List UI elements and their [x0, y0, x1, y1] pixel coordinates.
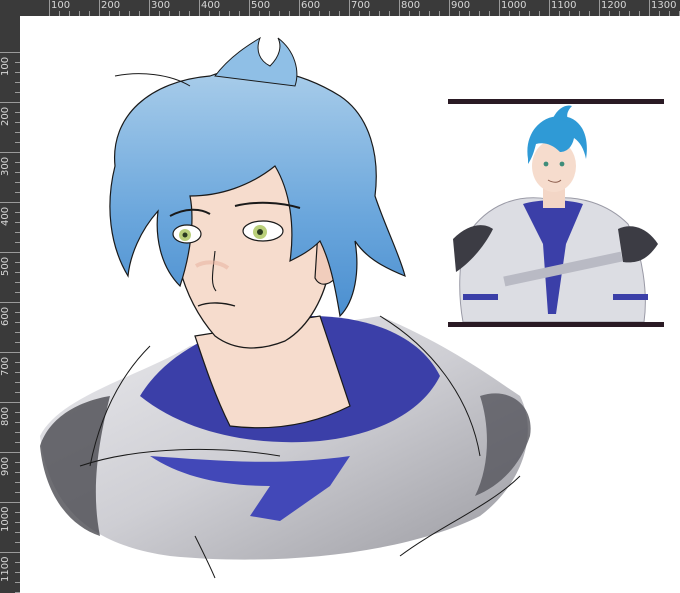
ruler-h-major-tick [149, 0, 150, 16]
ruler-h-label: 400 [201, 0, 221, 11]
ref-shoulder-right [618, 226, 658, 263]
ruler-v-label: 300 [0, 156, 11, 176]
ruler-v-label: 200 [0, 106, 11, 126]
ruler-v-major-tick [0, 502, 20, 503]
vertical-ruler[interactable]: 100 200 300 400 500 600 700 800 900 1000 1100 [0, 16, 20, 593]
ruler-h-major-tick [599, 0, 600, 16]
ref-left-eye [543, 161, 549, 167]
ruler-h-major-tick [49, 0, 50, 16]
drawing-canvas[interactable] [20, 16, 680, 593]
ref-right-eye [559, 161, 565, 167]
ruler-h-label: 1100 [551, 0, 577, 11]
ruler-h-major-tick [249, 0, 250, 16]
left-pupil [182, 232, 188, 238]
ruler-v-major-tick [0, 552, 20, 553]
drawing-app-window: 100 200 300 400 500 600 700 800 900 1000 1100 1200 1… [0, 0, 680, 593]
ruler-h-major-tick [99, 0, 100, 16]
reference-illustration [453, 105, 658, 322]
ruler-v-major-tick [0, 252, 20, 253]
ruler-h-label: 100 [51, 0, 71, 11]
ref-blue-stripe-right [613, 294, 648, 300]
ruler-h-major-tick [349, 0, 350, 16]
ruler-v-label: 500 [0, 256, 11, 276]
ruler-h-label: 700 [351, 0, 371, 11]
ruler-h-label: 1200 [601, 0, 627, 11]
ruler-h-label: 800 [401, 0, 421, 11]
ruler-v-major-tick [0, 102, 20, 103]
ruler-h-label: 200 [101, 0, 121, 11]
ruler-h-label: 900 [451, 0, 471, 11]
ruler-v-label: 800 [0, 406, 11, 426]
ref-blue-stripe-left [463, 294, 498, 300]
ruler-h-major-tick [499, 0, 500, 16]
ruler-h-major-tick [649, 0, 650, 16]
ruler-h-major-tick [199, 0, 200, 16]
ruler-h-label: 500 [251, 0, 271, 11]
ruler-v-label: 400 [0, 206, 11, 226]
ruler-h-label: 1300 [651, 0, 677, 11]
ruler-v-major-tick [0, 352, 20, 353]
reference-frame-bottom [448, 322, 664, 327]
ruler-v-major-tick [0, 52, 20, 53]
ruler-v-major-tick [0, 152, 20, 153]
ruler-h-major-tick [299, 0, 300, 16]
ruler-v-major-tick [0, 402, 20, 403]
ruler-v-label: 100 [0, 56, 11, 76]
right-pupil [257, 229, 263, 235]
ruler-h-major-tick [399, 0, 400, 16]
ruler-h-major-tick [449, 0, 450, 16]
ruler-h-label: 1000 [501, 0, 527, 11]
ruler-h-label: 300 [151, 0, 171, 11]
reference-image-panel[interactable] [448, 99, 664, 327]
ruler-v-label: 900 [0, 456, 11, 476]
ruler-v-major-tick [0, 202, 20, 203]
ruler-v-label: 700 [0, 356, 11, 376]
ruler-v-label: 1100 [0, 556, 11, 582]
ruler-corner [0, 0, 20, 16]
ruler-v-major-tick [0, 452, 20, 453]
ruler-v-label: 600 [0, 306, 11, 326]
horizontal-ruler[interactable]: 100 200 300 400 500 600 700 800 900 1000 1100 1200 1… [20, 0, 680, 16]
ruler-h-major-tick [549, 0, 550, 16]
ruler-v-label: 1000 [0, 506, 11, 532]
ruler-h-label: 600 [301, 0, 321, 11]
ruler-v-major-tick [0, 302, 20, 303]
